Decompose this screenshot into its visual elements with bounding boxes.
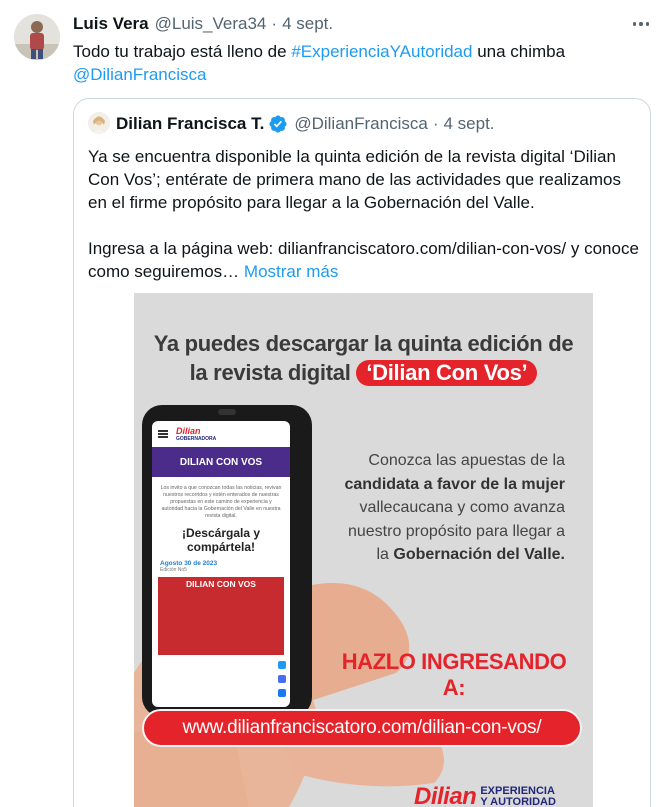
phone-logo-word: Dilian xyxy=(176,426,201,436)
social-icons xyxy=(278,661,286,697)
phone-screen: Dilian GOBERNADORA DILIAN CON VOS Los inv… xyxy=(152,421,290,707)
quoted-timestamp[interactable]: 4 sept. xyxy=(443,114,494,134)
poster-url-banner: www.dilianfranciscatoro.com/dilian-con-v… xyxy=(142,709,582,747)
brand-logo: Dilian EXPERIENCIA Y AUTORIDAD xyxy=(414,777,556,807)
quoted-paragraph-2-text: Ingresa a la página web: dilianfrancisca… xyxy=(88,239,639,281)
phone-title-band: DILIAN CON VOS xyxy=(152,447,290,477)
phone-call-to-action: ¡Descárgala y compártela! xyxy=(152,520,290,554)
tweet[interactable]: Luis Vera @Luis_Vera34 · 4 sept. Todo tu… xyxy=(0,0,665,807)
twitter-icon xyxy=(278,661,286,669)
author-name[interactable]: Luis Vera xyxy=(73,14,149,34)
brand-word: Dilian xyxy=(414,783,477,807)
quoted-tweet-text: Ya se encuentra disponible la quinta edi… xyxy=(88,145,640,306)
mention-link[interactable]: @DilianFrancisca xyxy=(73,63,653,86)
phone-cta-line-2: compártela! xyxy=(186,540,256,554)
quoted-author-avatar[interactable] xyxy=(88,112,110,134)
phone-date: Agosto 30 de 2023 xyxy=(160,560,218,567)
poster-body-line-1: Conozca las apuestas de la xyxy=(368,452,565,469)
poster-headline-pill: ‘Dilian Con Vos’ xyxy=(356,360,538,386)
quoted-tweet[interactable]: Dilian Francisca T. @DilianFrancisca · 4… xyxy=(73,98,651,807)
phone-paragraph: Los invito a que conozcan todas las noti… xyxy=(160,485,282,519)
author-handle[interactable]: @Luis_Vera34 xyxy=(155,14,267,34)
poster-cta: HAZLO INGRESANDO A: xyxy=(341,649,567,700)
poster-body-line-4: nuestro propósito para llegar a xyxy=(347,522,565,540)
separator-dot: · xyxy=(271,14,278,33)
brand-tagline: EXPERIENCIA Y AUTORIDAD xyxy=(480,786,556,807)
poster-headline-line-2: la revista digital xyxy=(189,360,351,385)
magazine-cover-title: DILIAN CON VOS xyxy=(186,579,256,589)
brand-tagline-2: Y AUTORIDAD xyxy=(480,796,556,807)
quoted-paragraph-2: Ingresa a la página web: dilianfrancisca… xyxy=(88,237,640,283)
quoted-paragraph-1: Ya se encuentra disponible la quinta edi… xyxy=(88,147,621,212)
phone-logo: Dilian GOBERNADORA xyxy=(176,426,216,442)
tweet-text: Todo tu trabajo está lleno de #Experienc… xyxy=(73,40,653,86)
phone-edition: Edición No5 xyxy=(160,567,187,573)
poster-body-text: Conozca las apuestas de la candidata a f… xyxy=(339,449,565,567)
quoted-author-name[interactable]: Dilian Francisca T. xyxy=(116,114,264,134)
poster-body-line-2: candidata a favor de la mujer xyxy=(344,475,565,493)
quoted-author-handle[interactable]: @DilianFrancisca xyxy=(294,114,427,134)
phone-nav: Dilian GOBERNADORA xyxy=(152,421,290,447)
tweet-timestamp[interactable]: 4 sept. xyxy=(282,14,333,34)
poster-headline-line-1: Ya puedes descargar la quinta edición de xyxy=(153,331,574,356)
tweet-text-suffix: una chimba xyxy=(472,42,566,61)
more-options-icon[interactable] xyxy=(629,14,653,34)
author-avatar[interactable] xyxy=(14,14,60,60)
quoted-tweet-header: Dilian Francisca T. @DilianFrancisca · 4… xyxy=(116,113,495,135)
poster-body-line-5-bold: Gobernación del Valle. xyxy=(393,546,565,563)
poster-image[interactable]: Ya puedes descargar la quinta edición de… xyxy=(134,293,593,807)
poster-body-line-5-pre: la xyxy=(376,546,394,563)
facebook-icon xyxy=(278,689,286,697)
poster-headline: Ya puedes descargar la quinta edición de… xyxy=(134,329,593,387)
phone-cta-line-1: ¡Descárgala y xyxy=(181,526,261,540)
phone-logo-tag: GOBERNADORA xyxy=(176,436,217,442)
magazine-cover: DILIAN CON VOS xyxy=(158,577,284,655)
hashtag-link[interactable]: #ExperienciaYAutoridad xyxy=(291,42,472,61)
verified-badge-icon xyxy=(268,114,288,134)
quoted-separator-dot: · xyxy=(432,114,439,133)
tweet-header: Luis Vera @Luis_Vera34 · 4 sept. xyxy=(73,14,333,36)
show-more-link[interactable]: Mostrar más xyxy=(244,262,338,281)
hamburger-menu-icon xyxy=(158,430,168,438)
instagram-icon xyxy=(278,675,286,683)
poster-body-line-3: vallecaucana y como avanza xyxy=(359,499,565,516)
tweet-text-prefix: Todo tu trabajo está lleno de xyxy=(73,42,292,61)
